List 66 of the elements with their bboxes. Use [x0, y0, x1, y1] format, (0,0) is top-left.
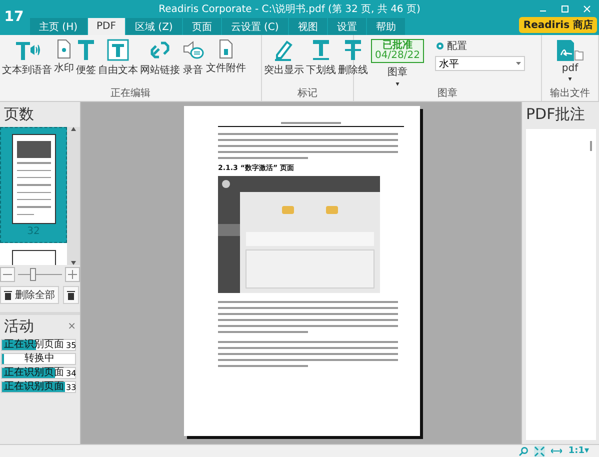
ribbon-button[interactable]: 突出显示 — [263, 39, 305, 77]
scrollbar[interactable] — [590, 141, 592, 151]
text-icon — [77, 39, 95, 61]
panel-title: 页数 — [3, 104, 35, 125]
strikethrough-icon — [344, 39, 362, 61]
delete-all-button[interactable]: 删除全部 — [0, 286, 59, 304]
fit-width-icon[interactable] — [551, 448, 562, 454]
panel-title: 活动 — [4, 317, 34, 336]
ribbon-button[interactable]: 录音 — [181, 39, 205, 77]
ribbon-button[interactable]: 文件附件 — [205, 39, 247, 75]
zoom-out-button[interactable] — [0, 267, 15, 282]
ribbon-tab[interactable]: 设置 — [328, 18, 366, 35]
highlighter-icon — [273, 39, 295, 61]
settings-icon — [436, 42, 444, 50]
underline-icon — [312, 39, 330, 61]
group-label: 标记 — [296, 87, 318, 101]
window-title: Readiris Corporate - C:\说明书.pdf (第 32 页, 共 46 页) — [158, 2, 422, 16]
ribbon-tab[interactable]: PDF — [88, 18, 125, 35]
delete-button[interactable] — [63, 286, 79, 304]
scrollbar[interactable] — [67, 127, 80, 265]
speaker-note-icon — [182, 39, 204, 61]
trash-icon — [4, 290, 12, 300]
ribbon-button[interactable]: 便签 — [75, 39, 97, 77]
text-to-speech-icon — [14, 39, 40, 61]
ribbon-tab[interactable]: 主页 (H) — [30, 18, 87, 35]
plus-icon — [68, 270, 77, 279]
ribbon-button[interactable]: 水印 — [53, 39, 75, 75]
scroll-down-icon[interactable] — [71, 261, 76, 265]
zoom-in-button[interactable] — [65, 267, 80, 282]
ribbon-tab[interactable]: 区域 (Z) — [126, 18, 182, 35]
ribbon-button[interactable]: 自由文本 — [97, 39, 139, 77]
task-page-number: 35 — [65, 340, 78, 350]
fit-page-icon[interactable] — [534, 446, 546, 456]
ribbon-button[interactable]: 文本到语音 — [1, 39, 53, 77]
ribbon-tab[interactable]: 视图 — [288, 18, 327, 35]
group-label: 输出文件 — [549, 87, 591, 101]
text-box-icon — [107, 39, 129, 61]
task-label: 转换中 — [24, 354, 56, 364]
document-icon — [57, 39, 71, 59]
ribbon-button[interactable]: 下划线 — [305, 39, 337, 77]
trash-icon — [67, 290, 75, 300]
ribbon-button[interactable]: 删除线 — [337, 39, 369, 77]
close-button[interactable]: × — [68, 321, 76, 332]
pdf-file-icon — [556, 39, 584, 61]
task-page-number: 33 — [65, 382, 78, 392]
ribbon-tab[interactable]: 帮助 — [366, 18, 405, 35]
search-icon[interactable] — [519, 446, 528, 456]
config-button[interactable]: 配置 — [434, 39, 525, 53]
task-page-number: 34 — [65, 368, 78, 378]
ribbon-button[interactable]: 网站链接 — [139, 39, 181, 77]
minus-icon — [3, 274, 12, 275]
ribbon-tab[interactable]: 云设置 (C) — [222, 18, 288, 35]
maximize-icon[interactable] — [561, 4, 569, 12]
link-icon — [150, 39, 170, 61]
zoom-slider[interactable] — [18, 267, 62, 282]
orientation-dropdown[interactable]: 水平 — [434, 56, 525, 71]
panel-title: PDF批注 — [525, 104, 586, 125]
group-label: 图章 — [436, 87, 458, 101]
store-button[interactable]: Readiris 商店 — [519, 17, 597, 33]
ribbon-tab[interactable]: 页面 — [182, 18, 221, 35]
scroll-up-icon[interactable] — [71, 127, 76, 131]
group-label: 正在编辑 — [110, 87, 152, 101]
caret-icon — [516, 62, 521, 65]
task-label: 正在识别页面 — [3, 382, 64, 392]
attachment-icon — [219, 39, 233, 59]
close-icon[interactable] — [583, 4, 591, 12]
